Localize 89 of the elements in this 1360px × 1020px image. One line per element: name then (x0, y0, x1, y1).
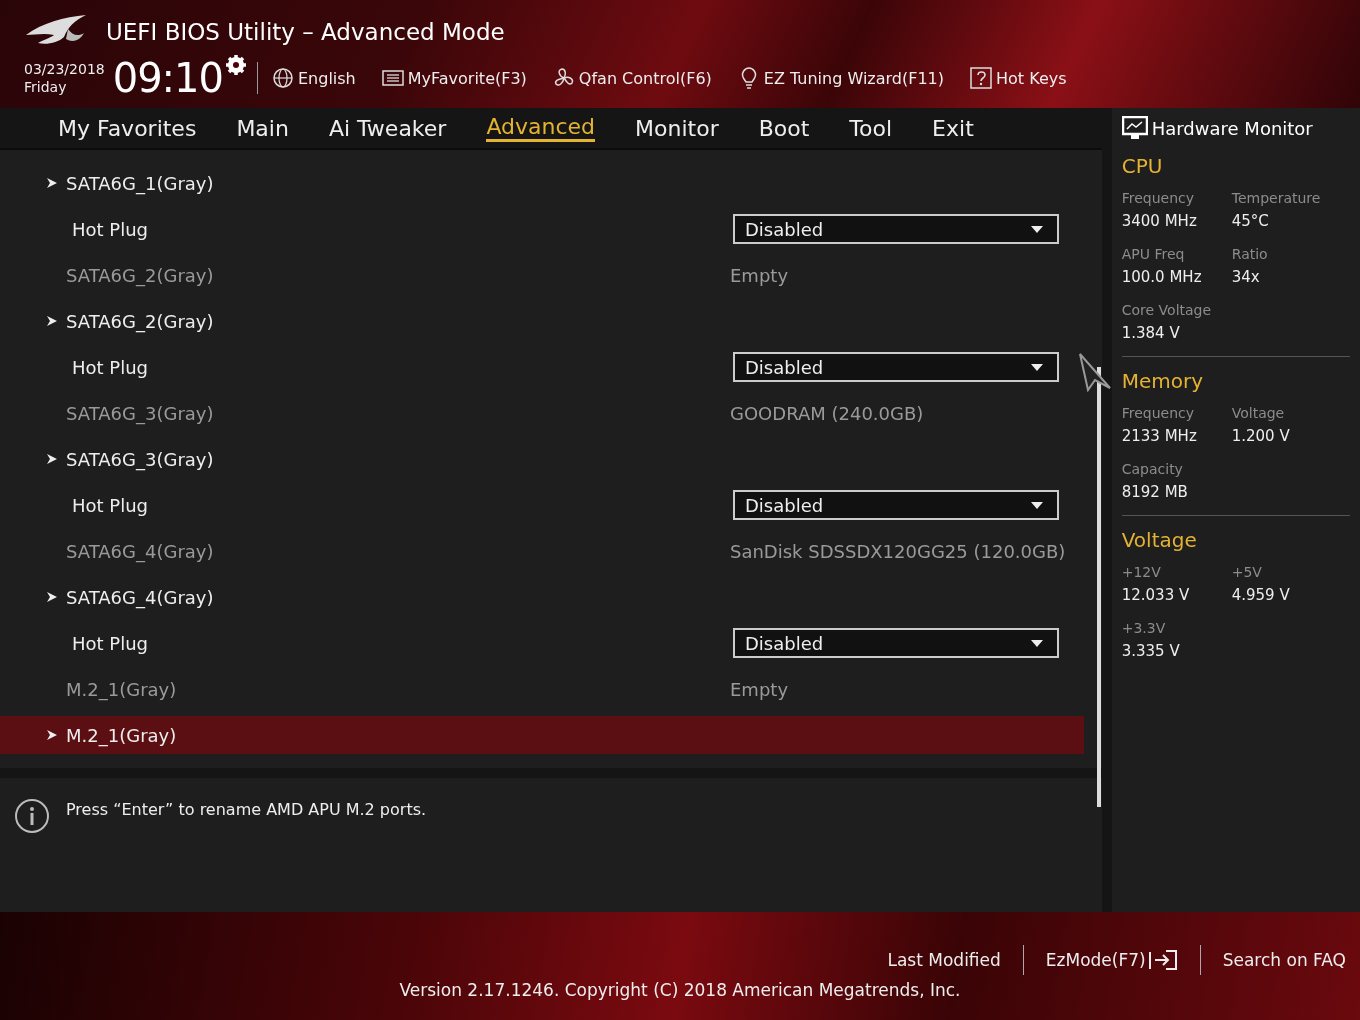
info-value: SanDisk SDSSDX120GG25 (120.0GB) (730, 540, 1066, 562)
footer-link[interactable]: EzMode(F7) (1043, 949, 1180, 971)
reading-label: Frequency (1121, 190, 1196, 206)
menu-tab[interactable]: Main (236, 115, 289, 141)
dropdown[interactable]: Disabled (733, 628, 1059, 658)
reading-label: Core Voltage (1121, 302, 1213, 318)
reading-label: APU Freq (1121, 246, 1186, 262)
menu-tab[interactable]: My Favorites (58, 115, 197, 141)
panel-title: Hardware Monitor (1151, 117, 1313, 139)
setting-label: Hot Plug (72, 218, 149, 240)
menu-tab[interactable]: Tool (849, 115, 893, 141)
section-title: CPU (1121, 154, 1164, 178)
dropdown[interactable]: Disabled (733, 352, 1059, 382)
menu-tab[interactable]: Exit (932, 115, 974, 141)
setting-label: Hot Plug (72, 356, 149, 378)
footer-link[interactable]: Last Modified (885, 950, 1003, 970)
clock-time: 09:10 (112, 56, 223, 100)
menu-tab[interactable]: Ai Tweaker (328, 115, 447, 141)
chevron-icon (46, 453, 58, 465)
caret-icon (1031, 363, 1043, 371)
info-value: GOODRAM (240.0GB) (730, 402, 924, 424)
chevron-icon (46, 729, 58, 741)
eye-logo-icon (24, 13, 88, 47)
setting-label: Hot Plug (72, 494, 149, 516)
reading-value: 45°C (1231, 212, 1270, 230)
help-icon (970, 67, 993, 89)
submenu-link[interactable]: SATA6G_3(Gray) (66, 448, 214, 470)
reading-value: 12.033 V (1121, 586, 1191, 604)
version-text: Version 2.17.1246. Copyright (C) 2018 American Megatrends, Inc. (398, 980, 962, 1000)
list-icon (381, 67, 404, 89)
menu-tab[interactable]: Advanced (486, 114, 596, 142)
settings-icon (225, 54, 247, 76)
reading-label: Frequency (1121, 405, 1196, 421)
caret-icon (1031, 225, 1043, 233)
caret-icon (1031, 639, 1043, 647)
reading-label: Voltage (1231, 405, 1286, 421)
menu-tab[interactable]: Monitor (635, 115, 719, 141)
chevron-icon (46, 591, 58, 603)
chevron-icon (46, 177, 58, 189)
footer-link[interactable]: Search on FAQ (1220, 950, 1348, 970)
reading-label: +3.3V (1121, 620, 1167, 636)
globe-icon (272, 67, 294, 89)
reading-value: 1.384 V (1121, 324, 1181, 342)
reading-value: 1.200 V (1231, 427, 1291, 445)
dropdown[interactable]: Disabled (733, 214, 1059, 244)
setting-label: Hot Plug (72, 632, 149, 654)
reading-value: 100.0 MHz (1121, 268, 1203, 286)
reading-label: Ratio (1231, 246, 1269, 262)
toolbar-link[interactable]: Hot Keys (996, 68, 1067, 88)
submenu-link[interactable]: M.2_1(Gray) (66, 724, 177, 746)
info-label: SATA6G_4(Gray) (66, 540, 214, 562)
section-title: Voltage (1121, 528, 1198, 552)
reading-value: 34x (1231, 268, 1261, 286)
reading-value: 2133 MHz (1121, 427, 1198, 445)
dropdown[interactable]: Disabled (733, 490, 1059, 520)
submenu-link[interactable]: SATA6G_1(Gray) (66, 172, 214, 194)
caret-icon (1031, 501, 1043, 509)
reading-value: 8192 MB (1121, 483, 1189, 501)
submenu-link[interactable]: SATA6G_4(Gray) (66, 586, 214, 608)
submenu-link[interactable]: SATA6G_2(Gray) (66, 310, 214, 332)
toolbar-link[interactable]: EZ Tuning Wizard(F11) (763, 68, 945, 88)
day-text: Friday (24, 78, 68, 96)
reading-value: 3400 MHz (1121, 212, 1198, 230)
info-value: Empty (730, 678, 789, 700)
menu-tab[interactable]: Boot (758, 115, 810, 141)
toolbar-link[interactable]: MyFavorite(F3) (407, 68, 527, 88)
reading-label: +12V (1121, 564, 1162, 580)
chevron-icon (46, 315, 58, 327)
reading-label: Temperature (1231, 190, 1322, 206)
info-label: SATA6G_3(Gray) (66, 402, 214, 424)
reading-value: 4.959 V (1231, 586, 1291, 604)
help-text: Press “Enter” to rename AMD APU M.2 ports. (66, 800, 427, 819)
reading-label: +5V (1231, 564, 1263, 580)
window-title: UEFI BIOS Utility – Advanced Mode (106, 19, 505, 45)
reading-label: Capacity (1121, 461, 1184, 477)
fan-icon (552, 67, 575, 89)
reading-value: 3.335 V (1121, 642, 1181, 660)
info-value: Empty (730, 264, 789, 286)
scrollbar[interactable] (1097, 367, 1101, 807)
info-label: SATA6G_2(Gray) (66, 264, 214, 286)
monitor-icon (1121, 116, 1148, 140)
toolbar-link[interactable]: English (298, 68, 356, 88)
info-icon (14, 798, 50, 834)
date-text: 03/23/2018 (24, 60, 105, 78)
selected-row-highlight[interactable]: M.2_1(Gray) (0, 716, 1084, 754)
toolbar-link[interactable]: Qfan Control(F6) (578, 68, 712, 88)
section-title: Memory (1121, 369, 1205, 393)
info-label: M.2_1(Gray) (66, 678, 177, 700)
exit-icon (1147, 949, 1178, 971)
